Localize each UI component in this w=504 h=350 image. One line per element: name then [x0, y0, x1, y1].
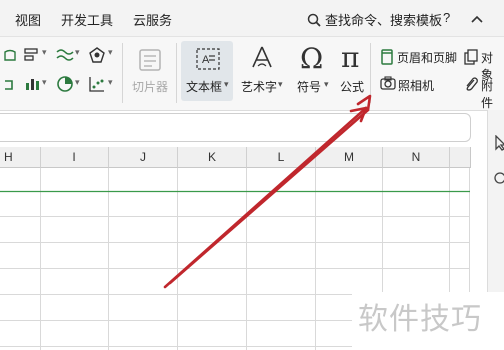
- watermark: 软件技巧: [352, 292, 504, 350]
- watermark-text: 软件技巧: [358, 303, 482, 336]
